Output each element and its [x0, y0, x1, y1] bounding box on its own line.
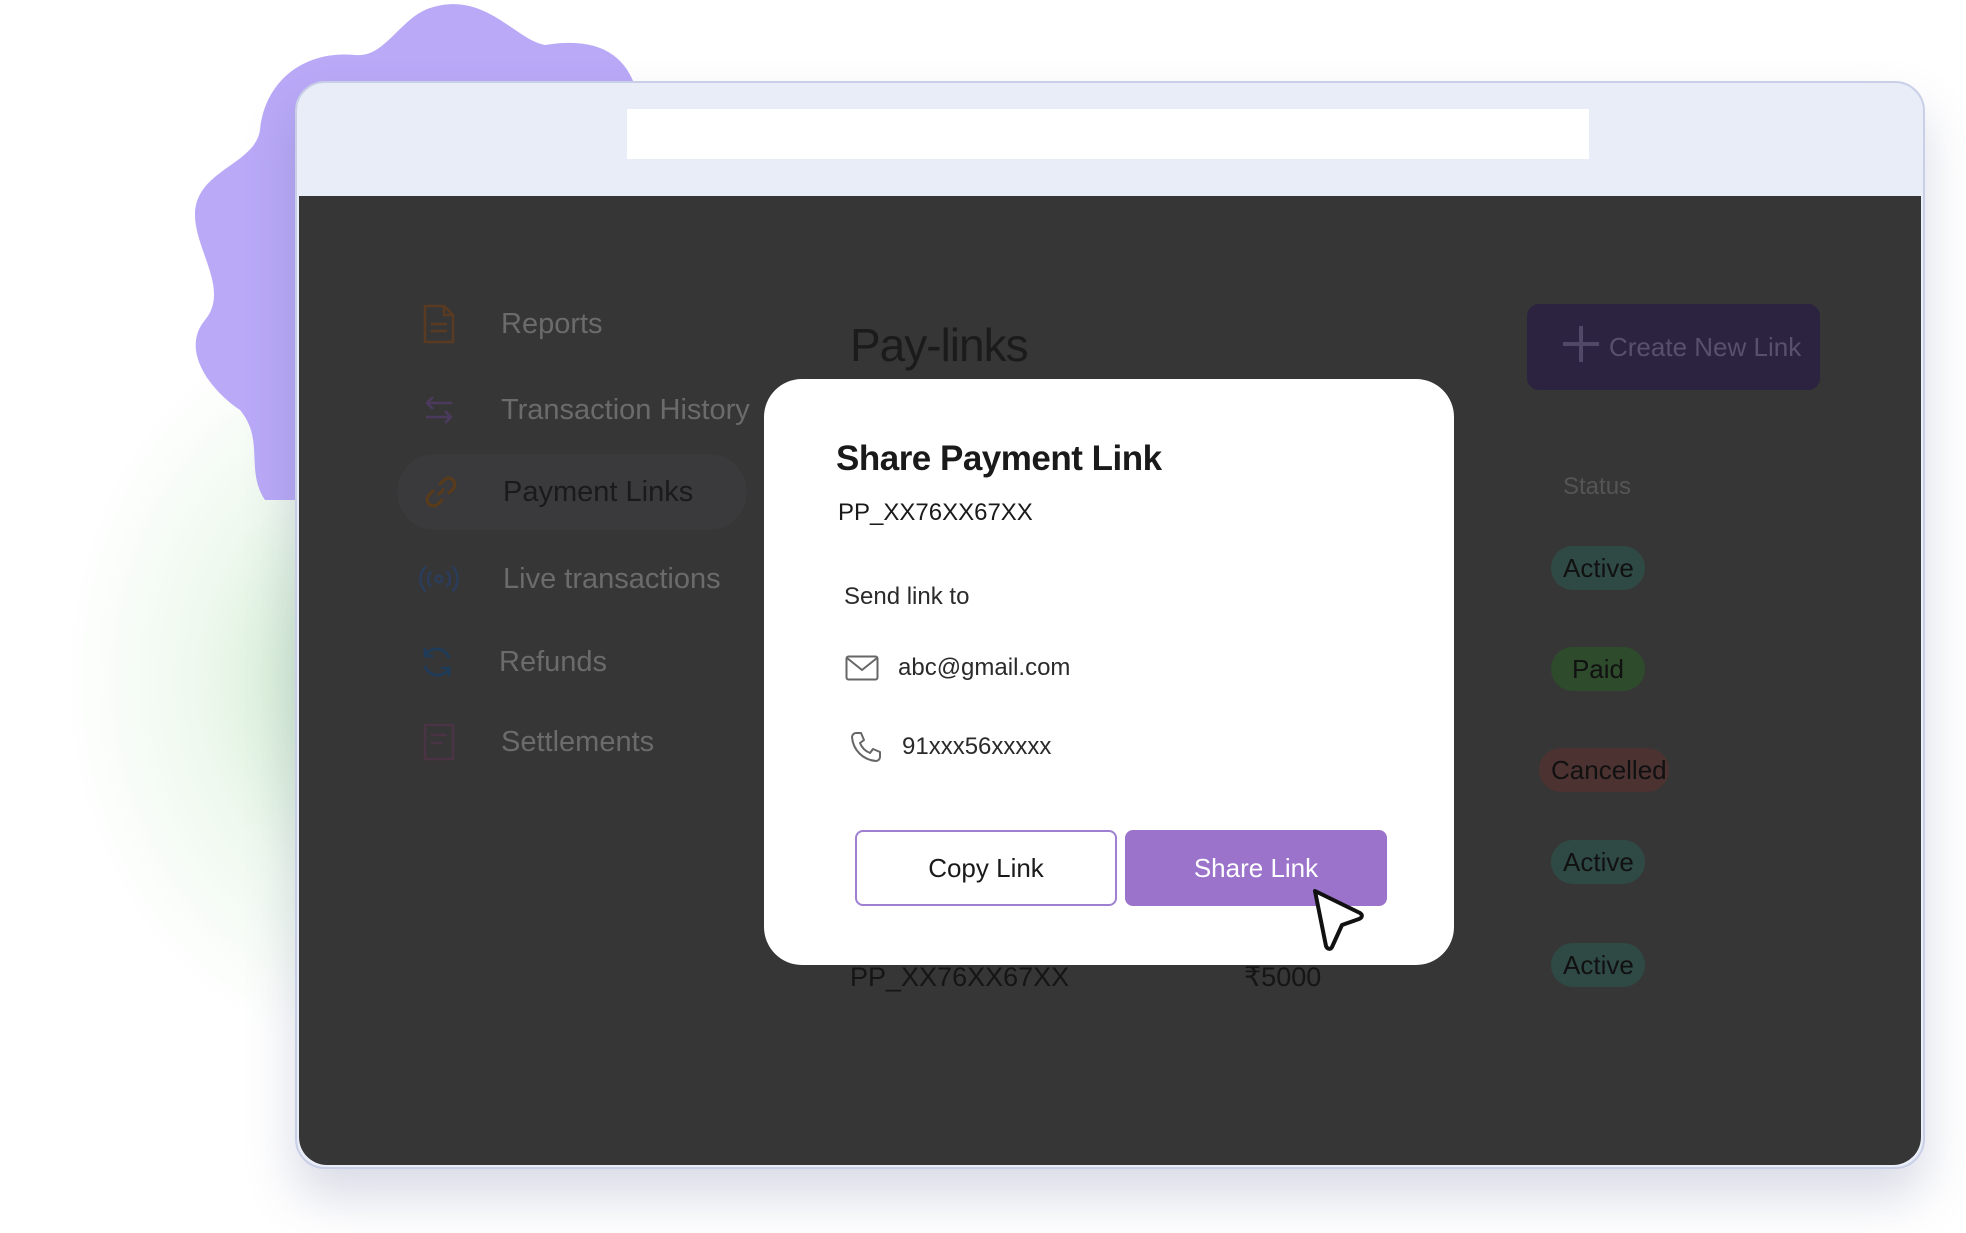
- copy-link-button[interactable]: Copy Link: [855, 830, 1117, 906]
- email-recipient[interactable]: abc@gmail.com: [844, 650, 1070, 686]
- sidebar-item-settlements[interactable]: Settlements: [419, 704, 654, 780]
- status-badge: Active: [1551, 840, 1645, 884]
- plus-icon: [1561, 324, 1601, 371]
- status-column-header: Status: [1563, 473, 1632, 500]
- create-new-link-button[interactable]: Create New Link: [1527, 304, 1820, 390]
- swap-arrows-icon: [419, 390, 459, 430]
- sidebar-item-label: Live transactions: [503, 562, 721, 595]
- receipt-icon: [419, 722, 459, 762]
- phone-recipient[interactable]: 91xxx56xxxxx: [848, 729, 1051, 765]
- status-badge: Active: [1551, 943, 1645, 987]
- status-badge: Paid: [1551, 647, 1645, 691]
- sidebar-item-label: Reports: [501, 307, 603, 340]
- phone-icon: [848, 729, 884, 765]
- sidebar-item-label: Transaction History: [501, 393, 750, 426]
- email-value: abc@gmail.com: [898, 654, 1071, 681]
- link-icon: [421, 472, 461, 512]
- mouse-cursor-icon: [1313, 889, 1364, 951]
- page-title: Pay-links: [850, 319, 1029, 371]
- mail-icon: [844, 650, 880, 686]
- refresh-icon: [417, 642, 457, 682]
- share-payment-link-modal: Share Payment Link PP_XX76XX67XX Send li…: [764, 379, 1454, 965]
- document-icon: [419, 304, 459, 344]
- sidebar-item-label: Payment Links: [503, 475, 694, 508]
- sidebar-item-live-transactions[interactable]: Live transactions: [419, 541, 721, 617]
- phone-value: 91xxx56xxxxx: [902, 733, 1052, 760]
- address-bar[interactable]: [627, 109, 1589, 159]
- send-link-label: Send link to: [844, 583, 970, 610]
- payment-link-id: PP_XX76XX67XX: [838, 499, 1033, 526]
- amount-cell: ₹5000: [1244, 962, 1322, 992]
- status-badge: Cancelled: [1539, 748, 1669, 792]
- sidebar-item-payment-links[interactable]: Payment Links: [397, 454, 747, 530]
- status-badge: Active: [1551, 546, 1645, 590]
- modal-title: Share Payment Link: [836, 439, 1162, 478]
- sidebar-item-label: Settlements: [501, 725, 655, 758]
- create-new-link-label: Create New Link: [1609, 331, 1802, 362]
- broadcast-icon: [419, 559, 459, 599]
- link-id-cell: PP_XX76XX67XX: [850, 962, 1070, 992]
- sidebar-item-transaction-history[interactable]: Transaction History: [419, 372, 750, 448]
- sidebar-item-refunds[interactable]: Refunds: [417, 624, 607, 700]
- sidebar-item-reports[interactable]: Reports: [419, 286, 603, 362]
- sidebar-item-label: Refunds: [499, 645, 608, 678]
